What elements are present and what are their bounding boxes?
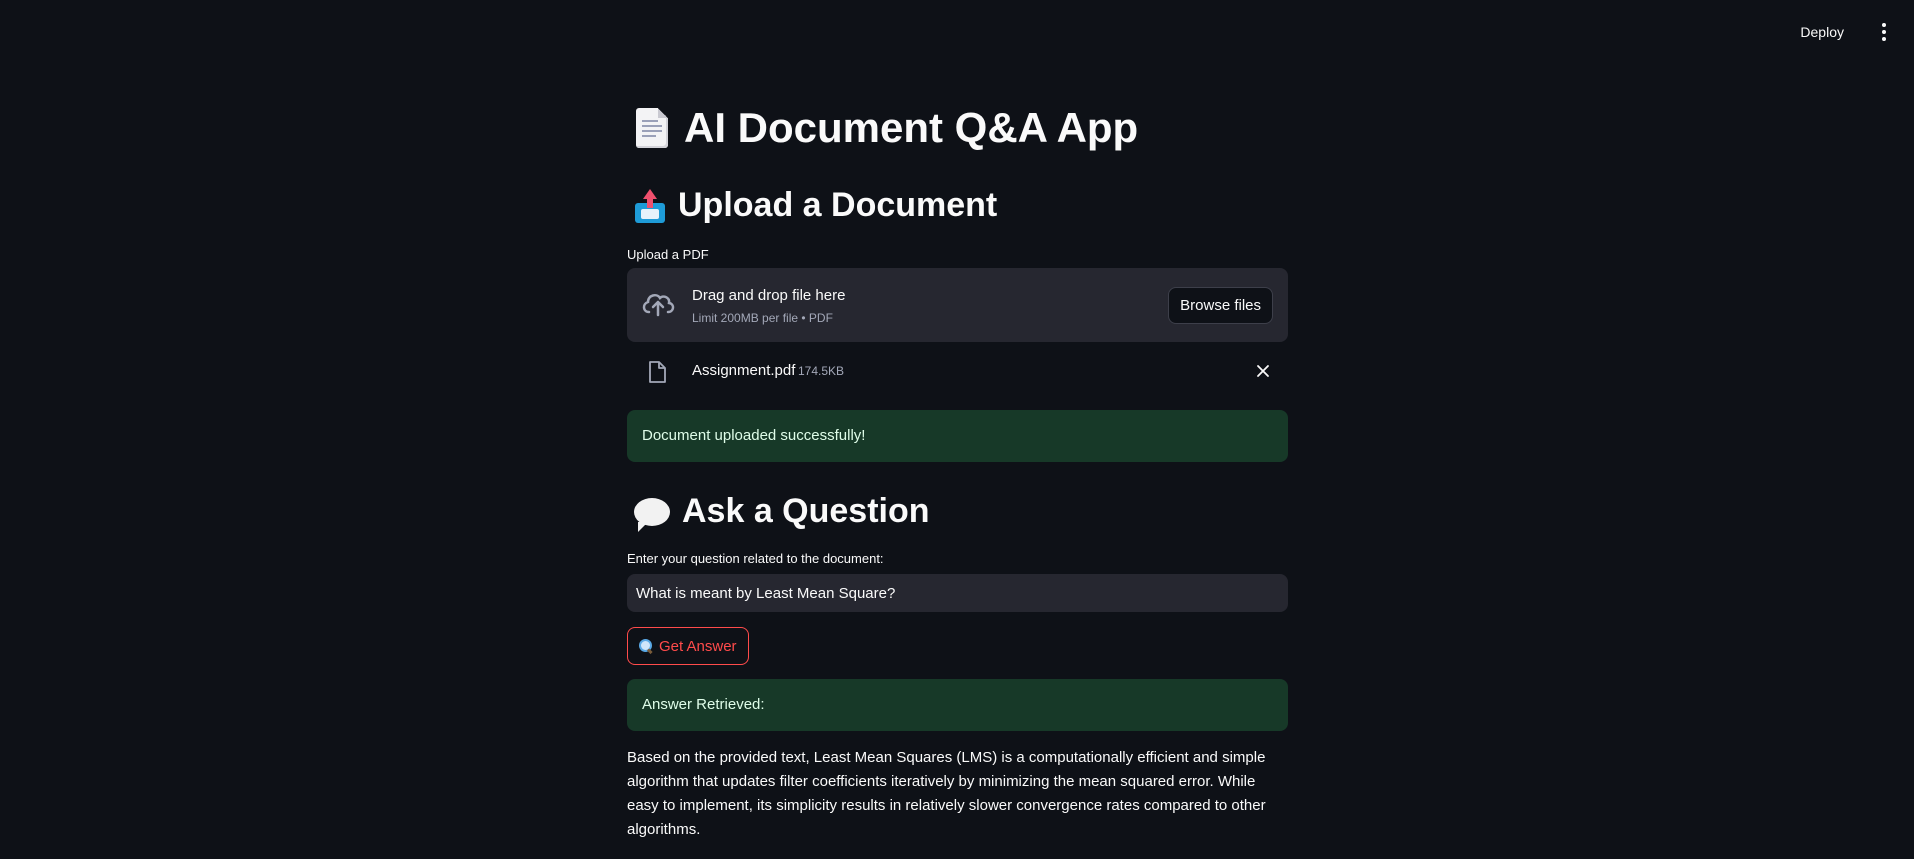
outbox-tray-icon [634, 188, 666, 223]
upload-heading: Upload a Document [634, 186, 997, 225]
file-dropzone[interactable]: Drag and drop file here Limit 200MB per … [627, 268, 1288, 342]
page-title: AI Document Q&A App [636, 104, 1138, 152]
browse-files-button[interactable]: Browse files [1168, 287, 1273, 324]
answer-text: Based on the provided text, Least Mean S… [627, 749, 1266, 838]
cloud-upload-icon [642, 293, 675, 317]
upload-heading-text: Upload a Document [678, 186, 998, 224]
file-name: Assignment.pdf [692, 362, 796, 379]
uploaded-file-row: Assignment.pdf 174.5KB [627, 357, 1288, 387]
magnifier-icon [639, 639, 653, 653]
close-icon[interactable] [1255, 363, 1271, 379]
upload-field-label: Upload a PDF [627, 247, 709, 262]
dropzone-title: Drag and drop file here [692, 287, 846, 304]
page-title-text: AI Document Q&A App [684, 104, 1139, 151]
get-answer-label: Get Answer [659, 637, 737, 655]
question-heading-text: Ask a Question [682, 492, 930, 530]
speech-bubble-icon [634, 497, 670, 532]
question-field-label: Enter your question related to the docum… [627, 551, 884, 566]
kebab-menu-icon[interactable] [1874, 20, 1894, 44]
file-icon [649, 361, 666, 383]
answer-retrieved-alert: Answer Retrieved: [627, 679, 1288, 731]
upload-success-alert: Document uploaded successfully! [627, 410, 1288, 462]
dropzone-subtitle: Limit 200MB per file • PDF [692, 311, 833, 325]
question-heading: Ask a Question [634, 492, 930, 532]
file-size: 174.5KB [798, 364, 845, 378]
get-answer-button[interactable]: Get Answer [627, 627, 749, 665]
document-icon [636, 108, 668, 148]
deploy-button[interactable]: Deploy [1794, 20, 1850, 44]
question-input[interactable] [627, 574, 1288, 612]
top-bar: Deploy [0, 0, 1914, 62]
